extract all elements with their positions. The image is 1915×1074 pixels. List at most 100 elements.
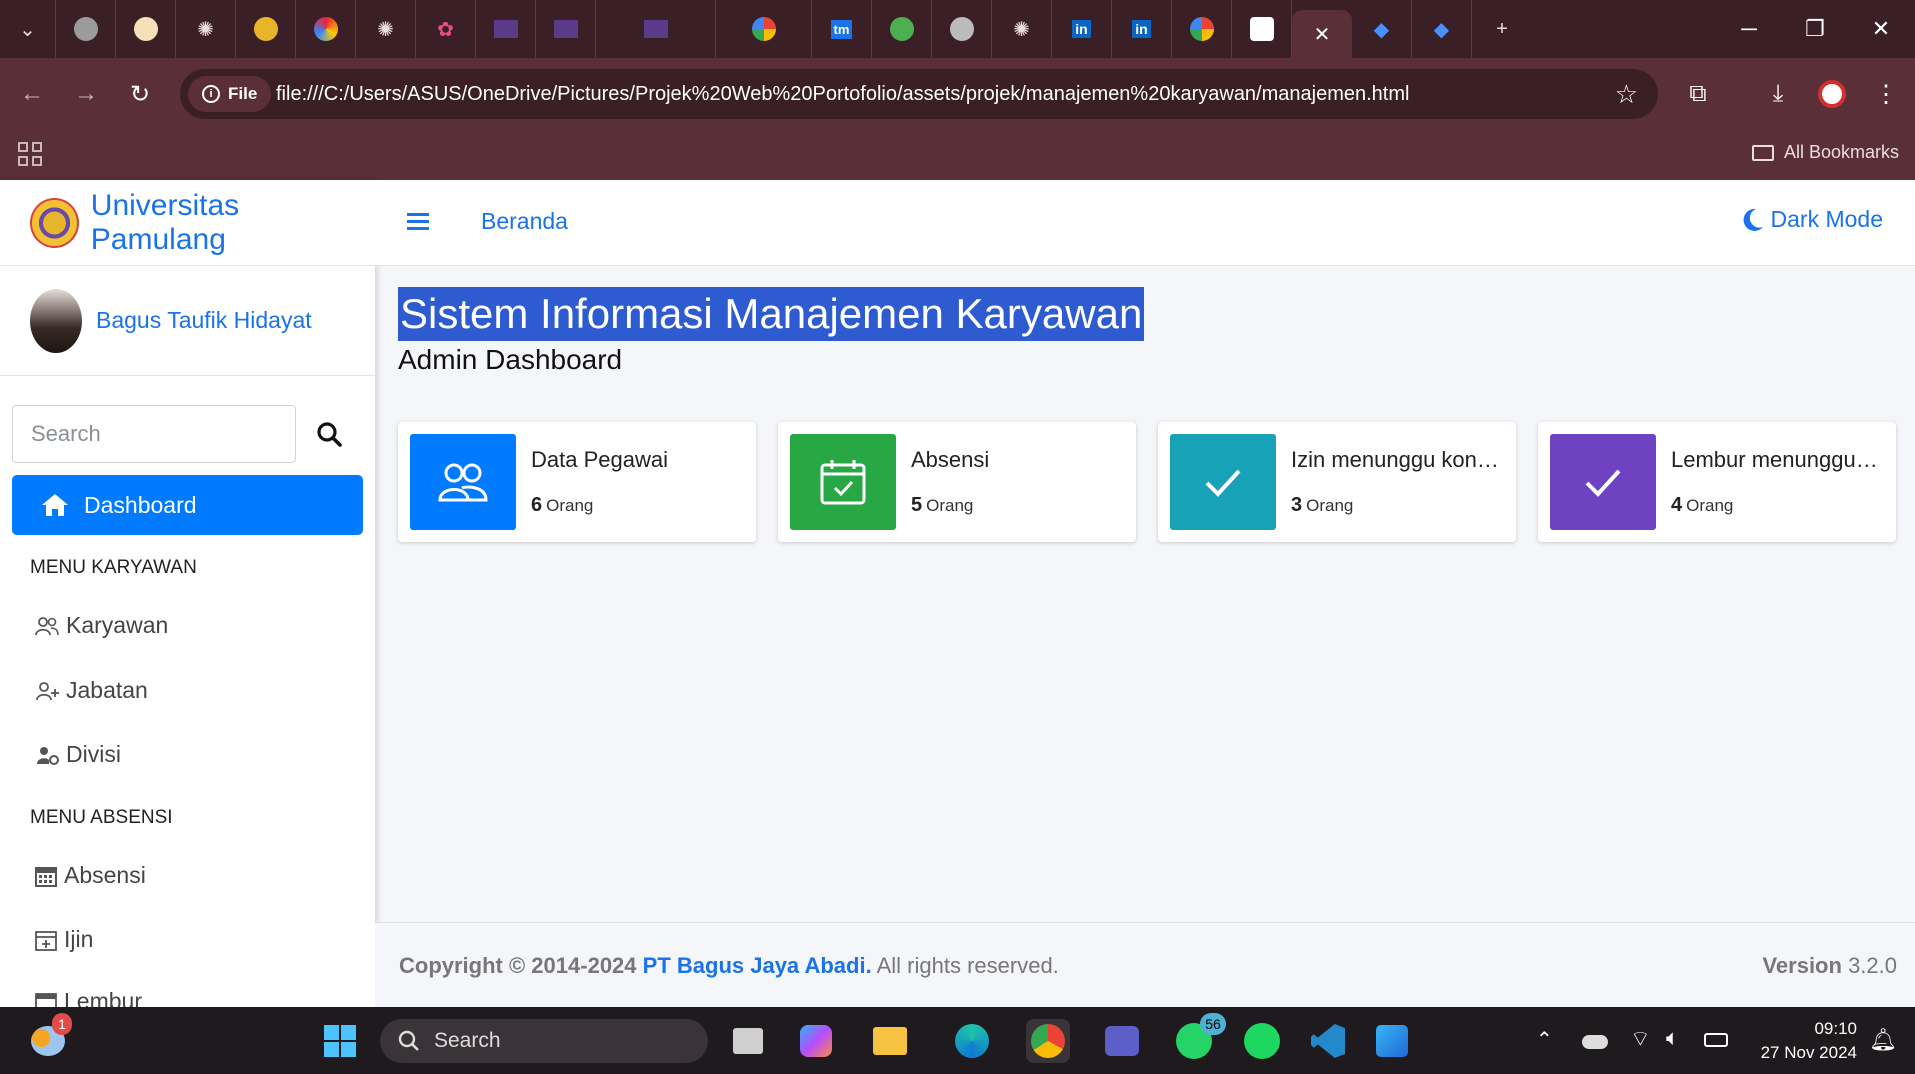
browser-tab[interactable] bbox=[932, 0, 992, 58]
calendar-plus-icon bbox=[35, 930, 57, 951]
browser-tab[interactable] bbox=[476, 0, 536, 58]
forward-button[interactable]: → bbox=[68, 76, 104, 112]
taskbar-search[interactable]: Search bbox=[380, 1019, 708, 1063]
site-info-chip[interactable]: i File bbox=[188, 76, 272, 112]
linkedin-icon: in bbox=[1072, 20, 1091, 38]
browser-tab[interactable]: ◆ bbox=[1412, 0, 1472, 58]
url-text[interactable]: file:///C:/Users/ASUS/OneDrive/Pictures/… bbox=[276, 69, 1409, 119]
battery-icon[interactable] bbox=[1704, 1033, 1728, 1047]
info-box-label: Lembur menunggu konfirmasi bbox=[1671, 447, 1881, 472]
footer-company-link[interactable]: PT Bagus Jaya Abadi. bbox=[643, 953, 872, 978]
browser-tab[interactable]: ✺ bbox=[992, 0, 1052, 58]
info-box-label: Data Pegawai bbox=[531, 447, 668, 472]
gem-icon: ◆ bbox=[1373, 18, 1390, 41]
browser-tab[interactable] bbox=[596, 0, 716, 58]
sidebar-search-button[interactable] bbox=[312, 417, 346, 451]
spotify-app[interactable] bbox=[1240, 1019, 1284, 1063]
start-button[interactable] bbox=[318, 1019, 362, 1063]
edge-app[interactable] bbox=[950, 1019, 994, 1063]
browser-tab[interactable] bbox=[296, 0, 356, 58]
all-bookmarks-button[interactable]: All Bookmarks bbox=[1751, 142, 1899, 163]
gem-icon: ◆ bbox=[1433, 18, 1450, 41]
browser-tab[interactable]: ✺ bbox=[356, 0, 416, 58]
github-icon bbox=[1249, 17, 1274, 41]
profile-avatar[interactable] bbox=[1814, 76, 1850, 112]
nav-item-absensi[interactable]: Absensi bbox=[34, 862, 146, 889]
info-box-izin[interactable]: Izin menunggu konfirmasi 3Orang bbox=[1158, 422, 1516, 542]
nav-link-beranda[interactable]: Beranda bbox=[481, 208, 568, 235]
nav-item-karyawan[interactable]: Karyawan bbox=[34, 612, 168, 639]
calendar-icon bbox=[35, 992, 57, 1007]
download-icon[interactable]: ⤓ bbox=[1760, 76, 1796, 112]
search-icon bbox=[398, 1030, 419, 1051]
browser-tab[interactable] bbox=[56, 0, 116, 58]
flower-icon: ✿ bbox=[437, 18, 454, 41]
browser-tab[interactable] bbox=[1232, 0, 1292, 58]
nav-item-dashboard[interactable]: Dashboard bbox=[12, 475, 363, 535]
task-view-button[interactable] bbox=[726, 1019, 770, 1063]
tab-search-button[interactable]: ⌄ bbox=[0, 0, 56, 58]
back-button[interactable]: ← bbox=[14, 76, 50, 112]
tray-chevron-icon[interactable]: ⌃ bbox=[1536, 1027, 1553, 1052]
copilot-app[interactable] bbox=[794, 1019, 838, 1063]
info-box-lembur[interactable]: Lembur menunggu konfirmasi 4Orang bbox=[1538, 422, 1896, 542]
nav-item-ijin[interactable]: Ijin bbox=[34, 926, 93, 953]
home-icon bbox=[42, 494, 68, 516]
close-tab-icon[interactable]: ✕ bbox=[1314, 22, 1331, 47]
wifi-icon[interactable]: ⌔ bbox=[1630, 1025, 1651, 1053]
windows-taskbar: 1 Search 56 ⌃ ⌔ 🔈︎ 09:10 27 Nov 2024 🔔︎ bbox=[0, 1007, 1915, 1074]
site-icon bbox=[133, 17, 158, 41]
whatsapp-app[interactable]: 56 bbox=[1172, 1013, 1226, 1063]
browser-tab-bar: ⌄ ✺ ✺ ✿ tm ✺ in in ✕ ◆ ◆ + ─ ❐ ✕ bbox=[0, 0, 1915, 58]
restore-button[interactable]: ❐ bbox=[1782, 0, 1848, 58]
browser-tab[interactable] bbox=[872, 0, 932, 58]
chrome-app[interactable] bbox=[1026, 1019, 1070, 1063]
nav-item-divisi[interactable]: Divisi bbox=[34, 741, 121, 768]
vscode-app[interactable] bbox=[1306, 1019, 1350, 1063]
taskbar-clock[interactable]: 09:10 27 Nov 2024 bbox=[1761, 1017, 1857, 1065]
address-bar[interactable]: i File file:///C:/Users/ASUS/OneDrive/Pi… bbox=[180, 69, 1658, 119]
window-close-button[interactable]: ✕ bbox=[1848, 0, 1914, 58]
info-box-count: 3 Orang bbox=[1291, 494, 1354, 516]
reload-button[interactable]: ↻ bbox=[122, 76, 158, 112]
nav-item-jabatan[interactable]: Jabatan bbox=[34, 677, 148, 704]
extensions-icon[interactable]: ⧉ bbox=[1680, 76, 1716, 112]
apps-grid-icon[interactable] bbox=[18, 142, 42, 166]
photos-app[interactable] bbox=[1370, 1019, 1414, 1063]
user-panel: Bagus Taufik Hidayat bbox=[0, 266, 375, 376]
minimize-button[interactable]: ─ bbox=[1716, 0, 1782, 58]
browser-tab[interactable]: in bbox=[1052, 0, 1112, 58]
browser-tab[interactable] bbox=[116, 0, 176, 58]
dark-mode-toggle[interactable]: Dark Mode bbox=[1741, 206, 1883, 233]
browser-tab[interactable] bbox=[716, 0, 812, 58]
onedrive-icon[interactable] bbox=[1582, 1035, 1608, 1049]
browser-tab[interactable]: ✿ bbox=[416, 0, 476, 58]
notification-bell-icon[interactable]: 🔔︎ bbox=[1869, 1027, 1897, 1053]
volume-icon[interactable]: 🔈︎ bbox=[1666, 1025, 1679, 1051]
browser-tab[interactable]: tm bbox=[812, 0, 872, 58]
browser-tab[interactable] bbox=[1172, 0, 1232, 58]
browser-menu-icon[interactable]: ⋮ bbox=[1868, 76, 1904, 112]
teams-app[interactable] bbox=[1100, 1019, 1144, 1063]
browser-tab[interactable]: ✺ bbox=[176, 0, 236, 58]
browser-tab[interactable]: in bbox=[1112, 0, 1172, 58]
info-box-data-pegawai[interactable]: Data Pegawai 6 Orang bbox=[398, 422, 756, 542]
weather-widget[interactable]: 1 bbox=[26, 1013, 72, 1063]
info-box-absensi[interactable]: Absensi 5 Orang bbox=[778, 422, 1136, 542]
menu-toggle-button[interactable] bbox=[405, 210, 433, 238]
sidebar-search-input[interactable] bbox=[13, 406, 295, 462]
brand-link[interactable]: Universitas Pamulang bbox=[0, 180, 375, 266]
globe-icon bbox=[73, 17, 98, 41]
colorlib-icon bbox=[643, 20, 668, 38]
file-explorer-app[interactable] bbox=[868, 1019, 912, 1063]
browser-tab[interactable]: ◆ bbox=[1352, 0, 1412, 58]
nav-item-lembur[interactable]: Lembur bbox=[34, 988, 142, 1007]
bookmark-star-icon[interactable]: ☆ bbox=[1615, 79, 1638, 110]
browser-tab[interactable] bbox=[536, 0, 596, 58]
browser-tab[interactable] bbox=[236, 0, 296, 58]
footer: Copyright © 2014-2024 PT Bagus Jaya Abad… bbox=[375, 922, 1915, 1007]
search-icon bbox=[317, 422, 342, 447]
new-tab-button[interactable]: + bbox=[1472, 0, 1532, 58]
user-name-link[interactable]: Bagus Taufik Hidayat bbox=[96, 307, 312, 334]
active-browser-tab[interactable]: ✕ bbox=[1292, 10, 1352, 58]
